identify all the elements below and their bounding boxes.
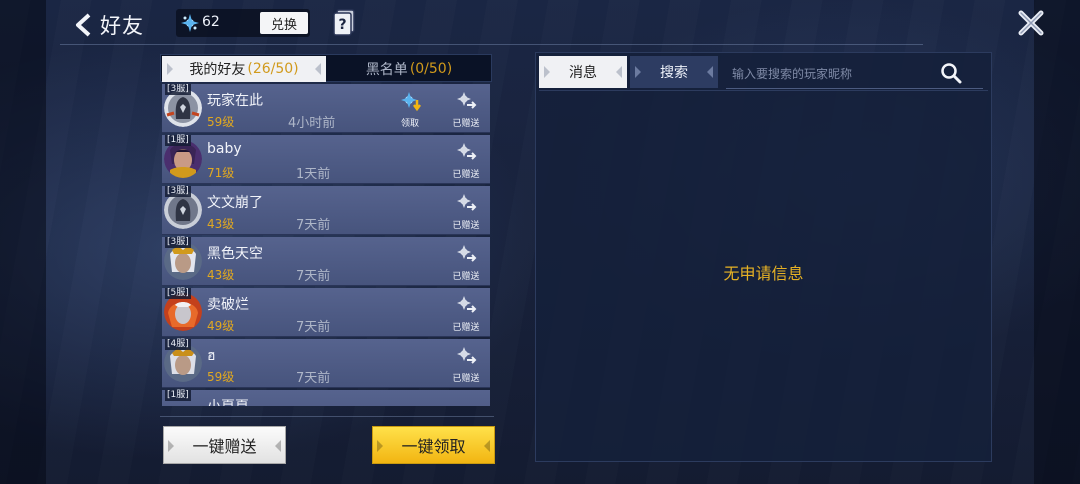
- back-arrow-icon: [76, 13, 91, 37]
- server-tag: [3服]: [165, 84, 191, 95]
- sent-label: 已赠送: [452, 374, 480, 384]
- tab-blacklist-label: 黑名单: [365, 62, 408, 78]
- last-online: 7天前: [296, 218, 331, 233]
- server-tag: [3服]: [165, 186, 191, 197]
- friend-name: 文文崩了: [207, 195, 263, 211]
- back-button[interactable]: 好友: [74, 10, 144, 40]
- message-panel: 消息 搜索 无申请信息: [535, 52, 992, 462]
- claim-point-icon: [401, 92, 421, 112]
- close-icon[interactable]: [1016, 8, 1046, 38]
- sent-label: 已赠送: [452, 323, 480, 333]
- friend-name: 小夏夏: [207, 396, 249, 406]
- gift-sent-icon: [457, 194, 477, 211]
- search-icon[interactable]: [940, 62, 962, 84]
- friend-name: 玩家在此: [207, 93, 263, 109]
- friend-row[interactable]: [5服] 卖破烂 49级 7天前 已赠送: [162, 288, 490, 337]
- friendship-point-icon: [181, 14, 199, 32]
- friends-list[interactable]: [3服] 玩家在此 59级 4小时前 领取 已赠送 [1服] baby 71级 …: [160, 84, 492, 406]
- last-online: 7天前: [296, 371, 331, 386]
- sent-label: 已赠送: [452, 221, 480, 231]
- page-title: 好友: [100, 14, 144, 38]
- last-online: 4小时前: [288, 116, 336, 131]
- panel-divider: [539, 90, 988, 91]
- gift-sent-icon: [457, 245, 477, 262]
- friend-level: 49级: [207, 319, 235, 333]
- tab-search[interactable]: 搜索: [630, 56, 718, 88]
- help-icon[interactable]: ?: [331, 8, 357, 36]
- friend-level: 71级: [207, 166, 235, 180]
- last-online: 7天前: [296, 320, 331, 335]
- server-tag: [5服]: [165, 288, 191, 299]
- friends-panel: 我的好友 (26/50) 黑名单 (0/50) [3服] 玩家在此 59级 4小…: [160, 54, 494, 466]
- sent-button[interactable]: 已赠送: [446, 139, 486, 183]
- friend-name: 黑色天空: [207, 246, 263, 262]
- sent-label: 已赠送: [452, 119, 480, 129]
- friend-row[interactable]: [1服] baby 71级 1天前 已赠送: [162, 135, 490, 184]
- exchange-button[interactable]: 兑换: [260, 12, 308, 34]
- currency-value: 62: [202, 14, 220, 30]
- sent-button[interactable]: 已赠送: [446, 292, 486, 336]
- claim-button[interactable]: 领取: [390, 88, 430, 132]
- friend-row[interactable]: [4服] ฮ 59级 7天前 已赠送: [162, 339, 490, 388]
- send-all-button[interactable]: 一键赠送: [163, 426, 286, 464]
- claim-label: 领取: [400, 119, 419, 129]
- sent-label: 已赠送: [452, 170, 480, 180]
- friend-name: baby: [207, 141, 242, 157]
- friendship-currency-bar: 62 兑换: [176, 9, 310, 37]
- friend-level: 59级: [207, 370, 235, 384]
- blacklist-count: (0/50): [409, 61, 453, 77]
- friend-row[interactable]: [3服] 黑色天空 43级 7天前 已赠送: [162, 237, 490, 286]
- friends-count: (26/50): [247, 61, 299, 77]
- sent-button[interactable]: 已赠送: [446, 88, 486, 132]
- friend-level: 43级: [207, 217, 235, 231]
- friends-tabs: 我的好友 (26/50) 黑名单 (0/50): [160, 54, 492, 82]
- server-tag: [1服]: [165, 135, 191, 146]
- gift-sent-icon: [457, 92, 477, 109]
- player-search-bar: [726, 57, 983, 89]
- tab-messages[interactable]: 消息: [539, 56, 627, 88]
- server-tag: [1服]: [165, 390, 191, 401]
- gift-sent-icon: [457, 296, 477, 313]
- svg-text:?: ?: [338, 17, 346, 33]
- server-tag: [4服]: [165, 339, 191, 350]
- friend-level: 43级: [207, 268, 235, 282]
- right-edge-shade: [1034, 0, 1080, 484]
- tab-my-friends[interactable]: 我的好友 (26/50): [162, 56, 326, 82]
- left-edge-shade: [0, 0, 46, 484]
- header-divider: [60, 44, 923, 45]
- last-online: 7天前: [296, 269, 331, 284]
- friend-row[interactable]: [3服] 文文崩了 43级 7天前 已赠送: [162, 186, 490, 235]
- friend-name: 卖破烂: [207, 297, 249, 313]
- sent-button[interactable]: 已赠送: [446, 343, 486, 387]
- empty-state-text: 无申请信息: [723, 264, 804, 283]
- tab-my-friends-label: 我的好友: [189, 62, 246, 78]
- gift-sent-icon: [457, 347, 477, 364]
- list-divider: [160, 416, 494, 417]
- claim-all-button[interactable]: 一键领取: [372, 426, 495, 464]
- server-tag: [3服]: [165, 237, 191, 248]
- player-search-input[interactable]: [732, 63, 932, 85]
- friend-level: 59级: [207, 115, 235, 129]
- friend-row[interactable]: [3服] 玩家在此 59级 4小时前 领取 已赠送: [162, 84, 490, 133]
- friend-row[interactable]: [1服] 小夏夏: [162, 390, 490, 406]
- sent-button[interactable]: 已赠送: [446, 241, 486, 285]
- tab-blacklist[interactable]: 黑名单 (0/50): [327, 56, 491, 82]
- last-online: 1天前: [296, 167, 331, 182]
- sent-button[interactable]: 已赠送: [446, 190, 486, 234]
- gift-sent-icon: [457, 143, 477, 160]
- sent-label: 已赠送: [452, 272, 480, 282]
- friend-name: ฮ: [207, 348, 216, 364]
